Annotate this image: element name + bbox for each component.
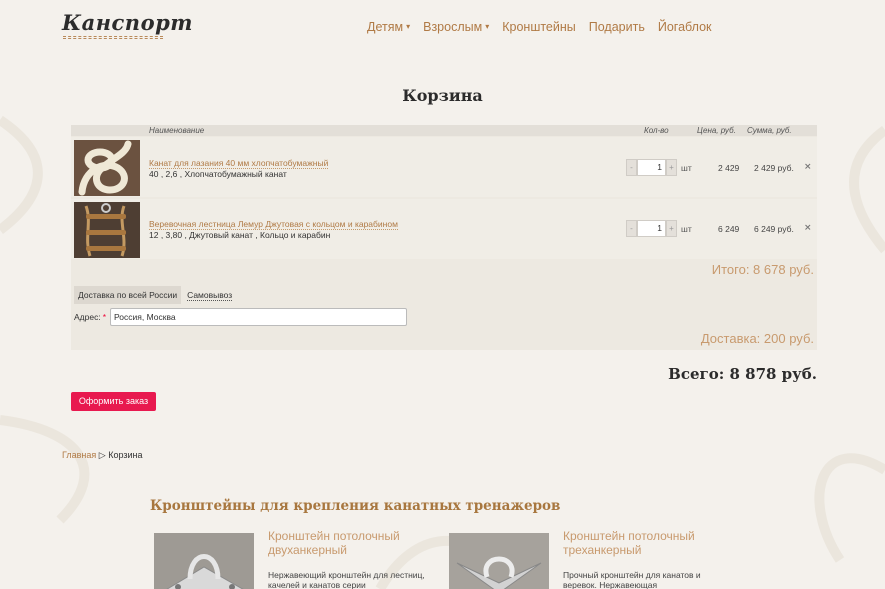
cart-table: Наименование Кол-во Цена, руб. Сумма, ру…	[71, 125, 817, 350]
decrease-qty-button[interactable]: -	[626, 159, 637, 176]
related-card-title[interactable]: Кронштейн потолочный треханкерный	[563, 529, 733, 557]
nav-item-brackets[interactable]: Кронштейны	[502, 20, 576, 34]
chevron-down-icon: ▾	[406, 22, 411, 31]
column-sum: Сумма, руб.	[747, 126, 792, 135]
main-nav: Детям ▾ Взрослым ▾ Кронштейны Подарить Йог…	[367, 20, 712, 34]
tab-pickup[interactable]: Самовывоз	[187, 290, 233, 301]
breadcrumb-home-link[interactable]: Главная	[62, 450, 96, 460]
product-name-link[interactable]: Веревочная лестница Лемур Джутовая с кол…	[149, 219, 398, 230]
quantity-stepper: - 1 + шт	[626, 159, 692, 176]
logo-underline	[63, 36, 163, 39]
nav-item-yogablock[interactable]: Йогаблок	[658, 20, 712, 34]
item-sum: 6 249 руб.	[754, 224, 794, 234]
product-description: 40 , 2,6 , Хлопчатобумажный канат	[149, 169, 287, 179]
related-card-text: Нержавеющий кронштейн для лестниц, качел…	[268, 570, 425, 589]
subtotal: Итого: 8 678 руб.	[711, 262, 814, 277]
related-section-title: Кронштейны для крепления канатных тренаж…	[150, 498, 561, 514]
remove-item-icon[interactable]: ×	[804, 223, 812, 233]
rope-ladder-image[interactable]	[74, 202, 140, 258]
column-qty: Кол-во	[644, 126, 669, 135]
cart-table-header: Наименование Кол-во Цена, руб. Сумма, ру…	[71, 125, 817, 136]
address-row: Адрес: * Россия, Москва	[74, 308, 408, 326]
related-card-text: Прочный кронштейн для канатов и веревок.…	[563, 570, 701, 589]
address-input[interactable]: Россия, Москва	[110, 308, 408, 326]
qty-input[interactable]: 1	[637, 159, 666, 176]
page-title: Корзина	[402, 86, 483, 105]
cart-row: Веревочная лестница Лемур Джутовая с кол…	[71, 199, 817, 259]
item-price: 2 429	[718, 163, 740, 173]
breadcrumb-separator-icon: ▷	[98, 450, 106, 460]
decrease-qty-button[interactable]: -	[626, 220, 637, 237]
required-marker: *	[102, 312, 107, 322]
product-name-link[interactable]: Канат для лазания 40 мм хлопчатобумажный	[149, 158, 329, 169]
bracket-image[interactable]	[154, 533, 254, 589]
site-logo[interactable]: Канспорт	[62, 10, 193, 35]
increase-qty-button[interactable]: +	[666, 220, 677, 237]
item-price: 6 249	[718, 224, 740, 234]
nav-item-children[interactable]: Детям ▾	[367, 20, 410, 34]
remove-item-icon[interactable]: ×	[804, 162, 812, 172]
column-price: Цена, руб.	[697, 126, 736, 135]
item-sum: 2 429 руб.	[754, 163, 794, 173]
delivery-tabs: Доставка по всей России Самовывоз	[74, 286, 233, 304]
delivery-cost: Доставка: 200 руб.	[700, 331, 814, 346]
quantity-stepper: - 1 + шт	[626, 220, 692, 237]
address-label: Адрес:	[74, 312, 101, 322]
column-name: Наименование	[149, 126, 205, 135]
qty-unit: шт	[681, 223, 692, 234]
grand-total: Всего: 8 878 руб.	[668, 365, 817, 383]
qty-input[interactable]: 1	[637, 220, 666, 237]
place-order-button[interactable]: Оформить заказ	[71, 392, 156, 411]
nav-item-gift[interactable]: Подарить	[589, 20, 645, 34]
rope-coil-image[interactable]	[74, 140, 140, 196]
bracket-image[interactable]	[449, 533, 549, 589]
tab-delivery-russia[interactable]: Доставка по всей России	[74, 286, 182, 304]
increase-qty-button[interactable]: +	[666, 159, 677, 176]
nav-item-adults[interactable]: Взрослым ▾	[423, 20, 489, 34]
related-card-title[interactable]: Кронштейн потолочный двуханкерный	[268, 529, 438, 557]
chevron-down-icon: ▾	[485, 22, 490, 31]
breadcrumb: Главная ▷ Корзина	[62, 450, 143, 461]
product-description: 12 , 3,80 , Джутовый канат , Кольцо и ка…	[149, 230, 331, 240]
cart-row: Канат для лазания 40 мм хлопчатобумажный…	[71, 137, 817, 197]
breadcrumb-current: Корзина	[108, 450, 143, 460]
qty-unit: шт	[681, 162, 692, 173]
